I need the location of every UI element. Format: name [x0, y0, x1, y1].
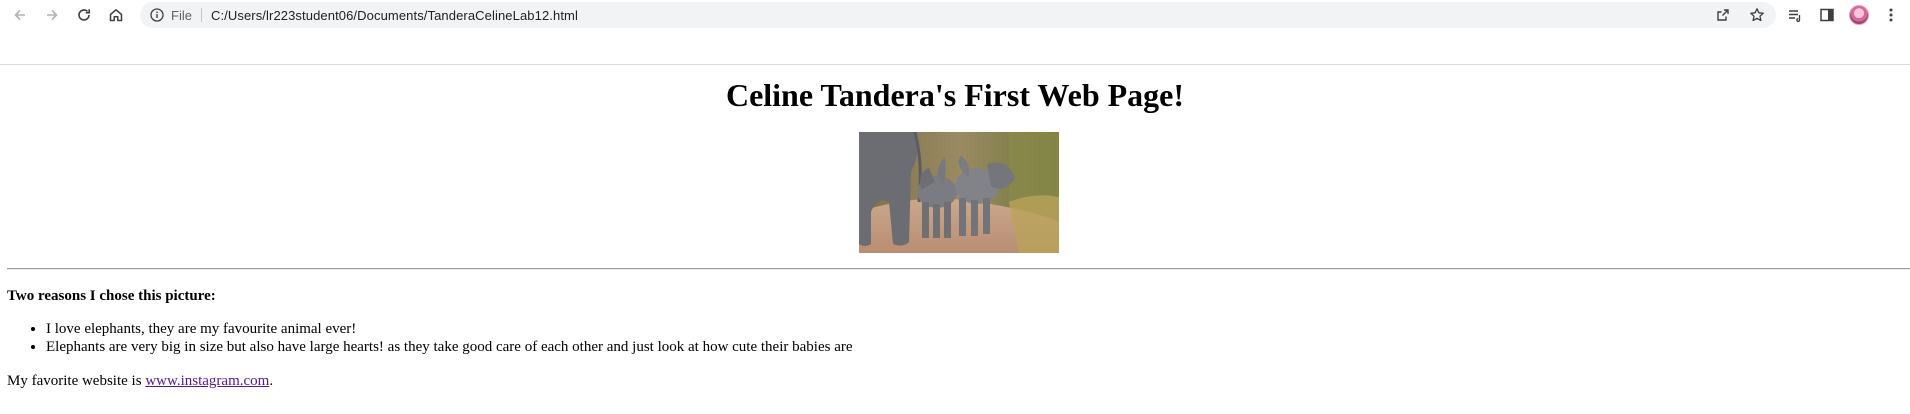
scheme-label: File — [171, 7, 192, 23]
omnibox-separator — [200, 8, 202, 22]
reasons-list: I love elephants, they are my favourite … — [7, 320, 853, 356]
forward-arrow-icon — [47, 9, 58, 21]
info-icon — [150, 8, 164, 22]
web-page: Celine Tandera's First Web Page! Two rea… — [0, 65, 1910, 414]
instagram-link[interactable]: www.instagram.com — [145, 373, 269, 389]
profile-button[interactable] — [1846, 2, 1872, 28]
list-item: I love elephants, they are my favourite … — [46, 320, 853, 338]
reload-button[interactable] — [71, 2, 97, 28]
favorite-prefix: My favorite website is — [7, 373, 146, 389]
bookmark-button[interactable] — [1746, 4, 1768, 26]
list-item: Elephants are very big in size but also … — [46, 338, 853, 356]
browser-toolbar: File C:/Users/lr223student06/Documents/T… — [0, 0, 1910, 30]
reading-list-icon — [1789, 10, 1801, 22]
reading-list-button[interactable] — [1782, 2, 1808, 28]
share-icon — [1717, 9, 1729, 21]
forward-button[interactable] — [39, 2, 65, 28]
omnibox-actions — [1712, 2, 1768, 28]
side-panel-icon — [1820, 8, 1834, 22]
elephants-photo — [859, 132, 1059, 253]
address-bar[interactable]: File C:/Users/lr223student06/Documents/T… — [140, 2, 1776, 28]
page-title: Celine Tandera's First Web Page! — [725, 77, 1185, 113]
back-arrow-icon — [14, 9, 25, 21]
site-info-button[interactable] — [150, 8, 164, 22]
bookmark-star-icon — [1750, 8, 1764, 22]
reasons-heading: Two reasons I chose this picture: — [7, 288, 216, 304]
share-button[interactable] — [1712, 4, 1734, 26]
side-panel-button[interactable] — [1814, 2, 1840, 28]
home-button[interactable] — [103, 2, 129, 28]
menu-kebab-icon — [1889, 8, 1893, 22]
url-text[interactable]: C:/Users/lr223student06/Documents/Tander… — [211, 8, 578, 23]
favorite-website-text: My favorite website is www.instagram.com… — [7, 372, 273, 390]
back-button[interactable] — [7, 2, 33, 28]
profile-avatar-icon — [1849, 5, 1869, 25]
reload-icon — [78, 9, 90, 21]
home-icon — [109, 9, 123, 22]
menu-button[interactable] — [1878, 2, 1904, 28]
horizontal-rule — [7, 268, 1910, 270]
toolbar-right — [1782, 2, 1904, 28]
favorite-suffix: . — [269, 373, 274, 389]
